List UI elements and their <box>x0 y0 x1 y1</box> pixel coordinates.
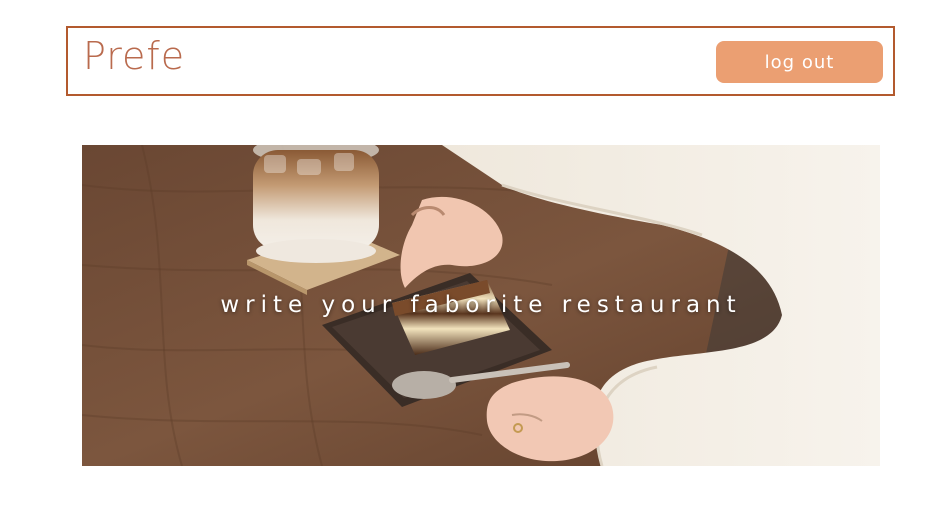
brand-logo[interactable]: Prefe <box>83 34 185 78</box>
hero-banner: write your faborite restaurant <box>82 145 880 466</box>
hero-caption: write your faborite restaurant <box>220 292 742 318</box>
page: Prefe log out write your faborite restau… <box>0 0 944 530</box>
logout-button[interactable]: log out <box>716 41 883 83</box>
top-nav-bar: Prefe log out <box>66 26 895 96</box>
